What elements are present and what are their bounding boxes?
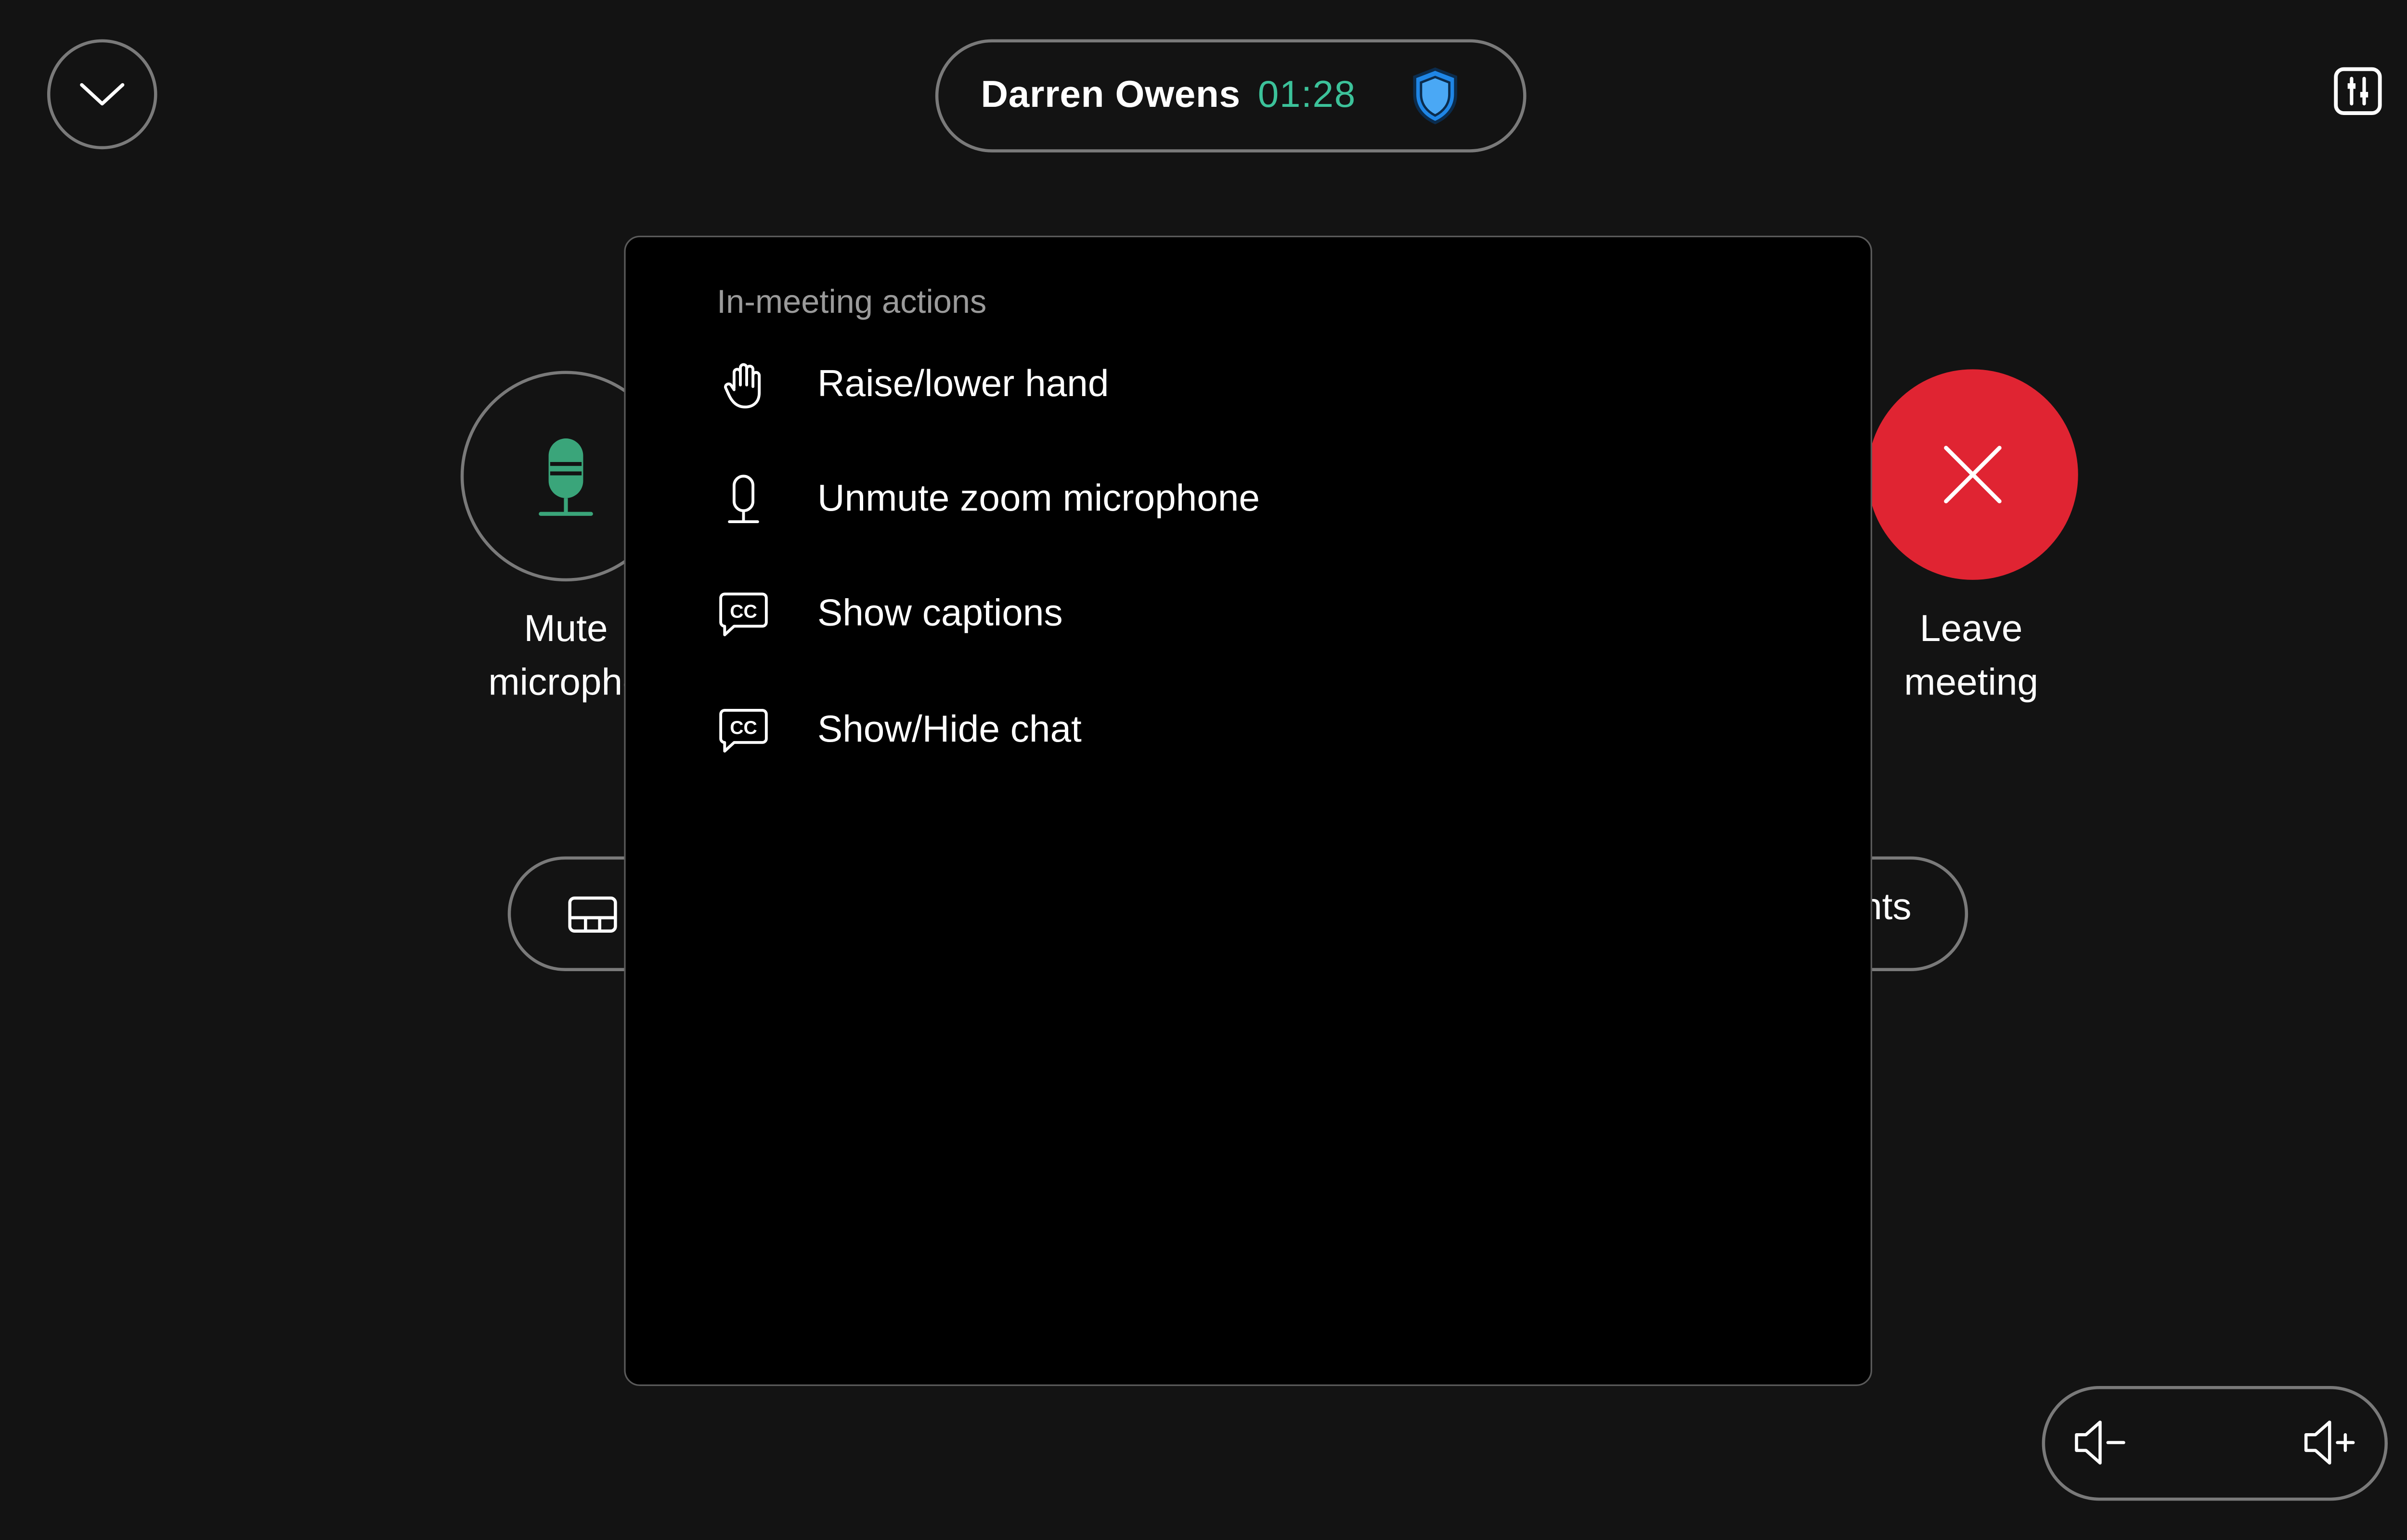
settings-sliders-icon[interactable]	[2333, 66, 2383, 116]
collapse-button[interactable]	[47, 39, 157, 150]
menu-heading: In-meeting actions	[716, 284, 987, 321]
leave-meeting-button[interactable]	[1867, 369, 2078, 580]
menu-item-show-captions[interactable]: CC Show captions	[717, 577, 1786, 652]
call-controls-screen: Darren Owens 01:28 Mute micropho Leave m…	[0, 0, 2407, 1540]
menu-item-label: Show/Hide chat	[817, 708, 1082, 751]
call-info-pill: Darren Owens 01:28	[935, 39, 1527, 153]
menu-item-unmute-zoom-mic[interactable]: Unmute zoom microphone	[717, 462, 1786, 538]
volume-up-icon[interactable]	[2301, 1417, 2358, 1467]
menu-item-label: Raise/lower hand	[817, 363, 1109, 406]
in-meeting-actions-menu: In-meeting actions Raise/lower hand Unmu…	[624, 235, 1872, 1386]
svg-text:CC: CC	[730, 718, 757, 738]
microphone-icon	[717, 473, 770, 526]
hand-icon	[717, 358, 770, 411]
menu-item-show-hide-chat[interactable]: CC Show/Hide chat	[717, 693, 1786, 769]
menu-item-label: Unmute zoom microphone	[817, 477, 1260, 520]
captions-icon: CC	[717, 588, 770, 641]
microphone-icon	[539, 438, 593, 516]
call-timer: 01:28	[1257, 74, 1356, 116]
close-icon	[1944, 446, 2002, 503]
menu-item-label: Show captions	[817, 592, 1063, 635]
menu-item-raise-hand[interactable]: Raise/lower hand	[717, 347, 1786, 423]
layout-icon	[568, 896, 617, 933]
chevron-down-icon	[80, 83, 125, 106]
svg-text:CC: CC	[730, 601, 757, 622]
caller-name: Darren Owens	[981, 74, 1241, 116]
shield-icon[interactable]	[1410, 66, 1460, 126]
chat-icon: CC	[717, 704, 770, 757]
volume-down-icon[interactable]	[2072, 1417, 2129, 1467]
